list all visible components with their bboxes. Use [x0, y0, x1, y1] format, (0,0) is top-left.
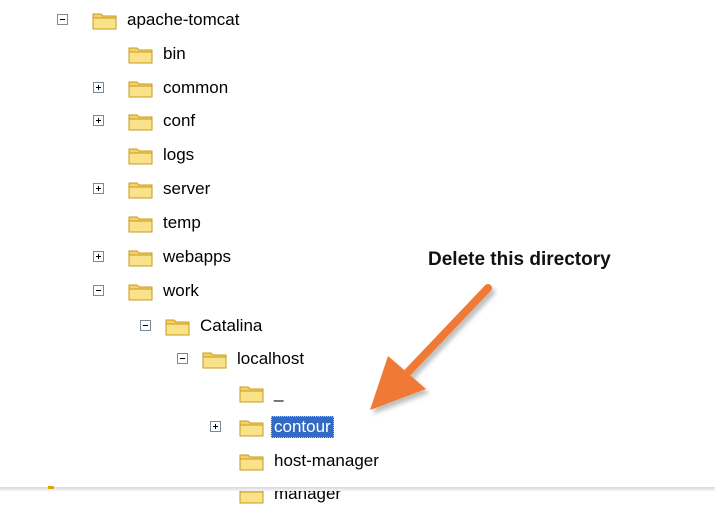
annotation-arrow-icon: [370, 284, 492, 410]
scroll-indicator: [48, 486, 54, 489]
panel-bottom-border: [0, 487, 715, 491]
